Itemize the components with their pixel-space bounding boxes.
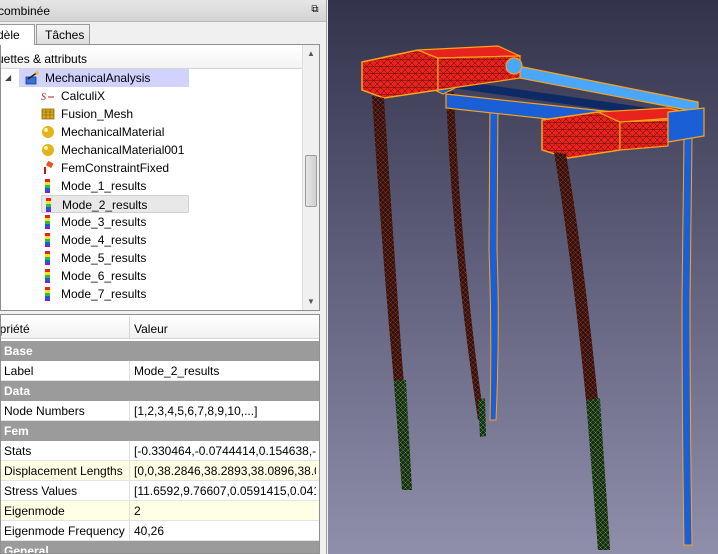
tree-item-label: FemConstraintFixed	[61, 161, 170, 175]
property-row-stress-values[interactable]: Stress Values [11.6592,9.76607,0.0591415…	[1, 481, 319, 501]
property-row-stats[interactable]: Stats [-0.330464,-0.0744414,0.154638,-..…	[1, 441, 319, 461]
property-row-displacement-lengths[interactable]: Displacement Lengths [0,0,38.2846,38.289…	[1, 461, 319, 481]
group-data[interactable]: Data	[1, 381, 319, 401]
leg-front-left	[372, 96, 412, 490]
property-value[interactable]: 40,26	[134, 521, 316, 540]
tree-item-mode-2-results[interactable]: Mode_2_results	[41, 195, 189, 213]
property-header: opriété Valeur	[1, 317, 319, 339]
group-label: Base	[4, 344, 33, 358]
tree-item-mode-7-results[interactable]: Mode_7_results	[41, 285, 189, 303]
property-value[interactable]: 2	[134, 501, 316, 520]
results-colorbar-icon	[46, 198, 51, 212]
scroll-up-icon[interactable]: ▲	[303, 45, 319, 62]
property-name: Label	[4, 364, 34, 378]
results-colorbar-icon	[45, 269, 50, 283]
tree-item-analysis[interactable]: ◢ MechanicalAnalysis	[5, 69, 189, 87]
panel-titlebar[interactable]: combinée ⧉	[0, 0, 326, 22]
property-row-eigenmode-frequency[interactable]: Eigenmode Frequency 40,26	[1, 521, 319, 541]
panel-title: combinée	[0, 4, 51, 18]
tree-item-label: MechanicalMaterial001	[61, 143, 185, 157]
tree-item-mode-3-results[interactable]: Mode_3_results	[41, 213, 189, 231]
results-colorbar-icon	[45, 251, 50, 265]
group-fem[interactable]: Fem	[1, 421, 319, 441]
results-colorbar-icon	[45, 287, 50, 301]
property-value[interactable]: Mode_2_results	[134, 361, 316, 380]
tree-item-mode-6-results[interactable]: Mode_6_results	[41, 267, 189, 285]
property-row-label[interactable]: Label Mode_2_results	[1, 361, 319, 381]
property-name: Eigenmode	[4, 504, 65, 518]
tree-item-mode-1-results[interactable]: Mode_1_results	[41, 177, 189, 195]
property-column-header[interactable]: opriété	[1, 322, 30, 336]
value-column-header[interactable]: Valeur	[134, 322, 168, 336]
tree-item-femconstraintfixed[interactable]: FemConstraintFixed	[41, 159, 189, 177]
group-base[interactable]: Base	[1, 341, 319, 361]
fem-mesh-icon	[41, 108, 55, 120]
tree-item-label: MechanicalMaterial	[61, 125, 165, 139]
undock-icon[interactable]: ⧉	[309, 4, 321, 16]
tree-item-label: MechanicalAnalysis	[45, 71, 151, 85]
tree-item-label: Mode_7_results	[61, 287, 147, 301]
leg-front-right	[554, 152, 610, 550]
constraint-fixed-icon	[44, 161, 54, 174]
property-value[interactable]: [11.6592,9.76607,0.0591415,0.041...	[134, 481, 316, 500]
property-row-node-numbers[interactable]: Node Numbers [1,2,3,4,5,6,7,8,9,10,...]	[1, 401, 319, 421]
property-value[interactable]: [1,2,3,4,5,6,7,8,9,10,...]	[134, 401, 316, 420]
results-colorbar-icon	[45, 233, 50, 247]
group-label: Data	[4, 384, 31, 398]
expand-arrow-icon[interactable]: ◢	[5, 69, 11, 87]
property-value[interactable]: [-0.330464,-0.0744414,0.154638,-...	[134, 441, 316, 460]
property-name: Eigenmode Frequency	[4, 524, 125, 538]
property-row-eigenmode[interactable]: Eigenmode 2	[1, 501, 319, 521]
property-name: Node Numbers	[4, 404, 85, 418]
top-frame	[361, 45, 705, 159]
tree-item-label: Mode_2_results	[62, 198, 148, 212]
3d-viewport[interactable]	[328, 0, 718, 554]
tab-tasks[interactable]: Tâches	[36, 24, 90, 44]
tree-item-label: CalculiX	[61, 89, 106, 103]
tree-item-label: Mode_5_results	[61, 251, 147, 265]
combo-view-panel: combinée ⧉ dèle Tâches uettes & attribut…	[0, 0, 327, 554]
group-label: General	[4, 544, 49, 554]
tree-item-label: Fusion_Mesh	[61, 107, 134, 121]
results-colorbar-icon	[45, 179, 50, 193]
scrollbar-thumb[interactable]	[305, 155, 317, 207]
property-name: Stats	[4, 444, 32, 458]
tree-item-fusion-mesh[interactable]: Fusion_Mesh	[41, 105, 189, 123]
svg-text:S: S	[41, 92, 46, 103]
property-value[interactable]: [0,0,38.2846,38.2893,38.0896,38.0...	[134, 461, 316, 480]
tree-item-mode-4-results[interactable]: Mode_4_results	[41, 231, 189, 249]
fem-mesh-render[interactable]	[328, 0, 718, 554]
calculix-solver-icon: S	[41, 92, 54, 103]
tree-header-label: uettes & attributs	[0, 52, 88, 66]
results-colorbar-icon	[45, 215, 50, 229]
property-editor[interactable]: opriété Valeur Base Label Mode_2_results…	[0, 314, 320, 554]
scroll-down-icon[interactable]: ▼	[303, 293, 319, 310]
tab-model[interactable]: dèle	[0, 24, 35, 45]
tree-scrollbar[interactable]: ▲ ▼	[302, 45, 319, 310]
tree-item-calculix[interactable]: S CalculiX	[41, 87, 189, 105]
tree-item-mode-5-results[interactable]: Mode_5_results	[41, 249, 189, 267]
group-general[interactable]: General	[1, 541, 319, 554]
material-sphere-icon	[42, 126, 54, 138]
tree-header[interactable]: uettes & attributs	[1, 47, 319, 69]
tree-item-label: Mode_4_results	[61, 233, 147, 247]
tree-item-mechanicalmaterial[interactable]: MechanicalMaterial	[41, 123, 189, 141]
analysis-icon	[25, 71, 39, 85]
property-name: Displacement Lengths	[4, 464, 123, 478]
column-divider[interactable]	[129, 317, 130, 339]
tree-item-mechanicalmaterial001[interactable]: MechanicalMaterial001	[41, 141, 189, 159]
model-tree[interactable]: uettes & attributs ◢ MechanicalAnalysis …	[0, 44, 320, 311]
leg-back-left	[446, 92, 486, 437]
tree-item-label: Mode_3_results	[61, 215, 147, 229]
material-sphere-icon	[42, 144, 54, 156]
tree-item-label: Mode_6_results	[61, 269, 147, 283]
tree-item-label: Mode_1_results	[61, 179, 147, 193]
leg-back-right	[488, 99, 693, 546]
panel-tabs: dèle Tâches	[0, 24, 326, 45]
property-name: Stress Values	[4, 484, 78, 498]
group-label: Fem	[4, 424, 29, 438]
